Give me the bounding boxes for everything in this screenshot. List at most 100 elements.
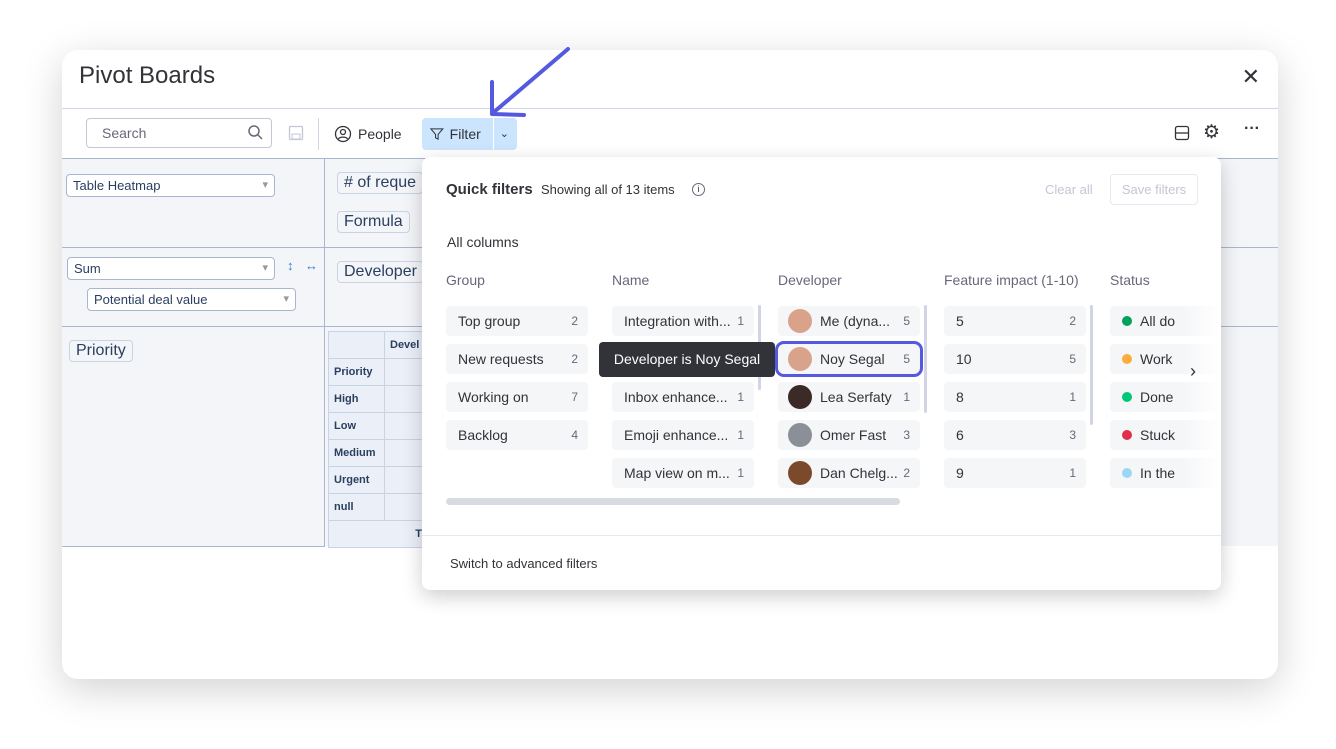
dialog-title: Pivot Boards [79,62,216,89]
column-header: Group [446,272,485,288]
advanced-filters-link[interactable]: Switch to advanced filters [450,556,597,571]
chip-count: 2 [571,314,578,328]
filter-chip[interactable]: Noy Segal 5 [775,341,923,377]
search-icon [248,125,263,140]
more-icon[interactable]: ··· [1244,120,1260,138]
avatar [788,347,812,371]
filter-chip[interactable]: 81 [944,382,1086,412]
chip-label: All do [1140,313,1176,329]
filter-chip[interactable]: Me (dyna... 5 [778,306,920,336]
filter-column: Feature impact (1-10) 5 2 10 5 8 1 6 3 9 1 [944,272,1094,496]
chip-label: Emoji enhance... [624,427,729,443]
status-dot-icon [1122,354,1132,364]
chip-count: 3 [903,428,910,442]
save-icon[interactable] [288,125,304,141]
close-icon[interactable]: ✕ [1242,64,1260,90]
chip-label: Top group [458,313,521,329]
filter-chip[interactable]: Top group 2 [446,306,588,336]
divider [324,159,325,547]
people-button[interactable]: People [334,118,402,150]
filter-chip[interactable]: Emoji enhance... 1 [612,420,754,450]
scrollbar[interactable] [924,305,927,413]
tooltip: Developer is Noy Segal [599,342,775,377]
person-icon [334,125,352,143]
row-label: null [328,493,385,521]
chip-count: 1 [903,390,910,404]
chip-label: Stuck [1140,427,1176,443]
scrollbar[interactable] [1090,305,1093,425]
filter-chip[interactable]: Dan Chelg... 2 [778,458,920,488]
filter-chip[interactable]: Inbox enhance... 1 [612,382,754,412]
quick-filters-title: Quick filters [446,181,533,198]
clear-all-button[interactable]: Clear all [1045,182,1093,197]
chip-label: Dan Chelg... [820,465,898,481]
filter-chip[interactable]: Lea Serfaty 1 [778,382,920,412]
pivot-table: Devel Priority High Low Medium Urgent nu… [328,331,428,548]
status-dot-icon [1122,316,1132,326]
status-dot-icon [1122,430,1132,440]
column-pill[interactable]: Developer [337,261,424,283]
status-dot-icon [1122,392,1132,402]
filter-label: Filter [449,126,481,142]
filter-panel: Quick filters Showing all of 13 items i … [422,157,1221,590]
filter-chip[interactable]: 63 [944,420,1086,450]
chevron-right-icon[interactable]: › [1190,361,1196,382]
save-filters-button[interactable]: Save filters [1110,174,1198,205]
annotation-arrow-icon [490,47,570,117]
chip-count: 1 [1069,390,1076,404]
divider [318,118,319,150]
filter-chip[interactable]: 10 5 [944,344,1086,374]
chip-label: 5 [956,313,964,329]
chip-count: 7 [571,390,578,404]
row-header: Priority [328,358,385,386]
chip-label: 6 [956,427,964,443]
gear-icon[interactable]: ⚙ [1203,121,1220,144]
items-count: Showing all of 13 items [541,182,675,197]
aggregator-field-select[interactable]: Potential deal value [87,288,296,311]
chip-count: 1 [737,466,744,480]
filter-column: Developer Me (dyna... 5 Noy Segal 5 Lea Serfa… [775,272,928,496]
sort-cols-icon[interactable]: ↔ [305,258,318,273]
renderer-select[interactable]: Table Heatmap [66,174,275,197]
filter-chip[interactable]: 52 [944,306,1086,336]
chip-label: Inbox enhance... [624,389,728,405]
chip-count: 4 [571,428,578,442]
aggregator-select[interactable]: Sum [67,257,275,280]
filter-chip[interactable]: Omer Fast 3 [778,420,920,450]
chip-count: 1 [737,314,744,328]
avatar [788,461,812,485]
search-input[interactable]: Search [86,118,272,148]
chip-count: 5 [903,352,910,366]
chip-label: Omer Fast [820,427,887,443]
filter-chip[interactable]: Working on 7 [446,382,588,412]
row-pill[interactable]: Priority [69,340,133,362]
layout-icon[interactable] [1174,125,1190,141]
fade-overlay [1182,297,1221,497]
sort-rows-icon[interactable]: ↕ [287,258,294,273]
formula-pill[interactable]: Formula [337,211,410,233]
filter-chip[interactable]: 91 [944,458,1086,488]
row-label: Medium [328,439,385,467]
chip-count: 1 [1069,466,1076,480]
chip-label: Backlog [458,427,508,443]
column-header: Name [612,272,650,288]
chip-label: In the [1140,465,1176,481]
value-pill[interactable]: # of reque [337,172,424,194]
chip-label: 10 [956,351,972,367]
chip-count: 2 [571,352,578,366]
row-label: Low [328,412,385,440]
filter-column: Name Integration with... 1 Inbox enhance...… [612,272,762,496]
chip-count: 5 [903,314,910,328]
chip-count: 2 [1069,314,1076,328]
filter-chip[interactable]: New requests 2 [446,344,588,374]
filter-chip[interactable]: Map view on m... 1 [612,458,754,488]
horizontal-scrollbar[interactable] [446,498,900,505]
filter-chip[interactable]: Backlog 4 [446,420,588,450]
info-icon[interactable]: i [692,183,705,196]
chip-label: Noy Segal [820,351,885,367]
chip-count: 3 [1069,428,1076,442]
filter-chip[interactable]: Integration with... 1 [612,306,754,336]
chip-label: Work [1140,351,1173,367]
chip-label: Done [1140,389,1174,405]
people-label: People [358,126,402,142]
